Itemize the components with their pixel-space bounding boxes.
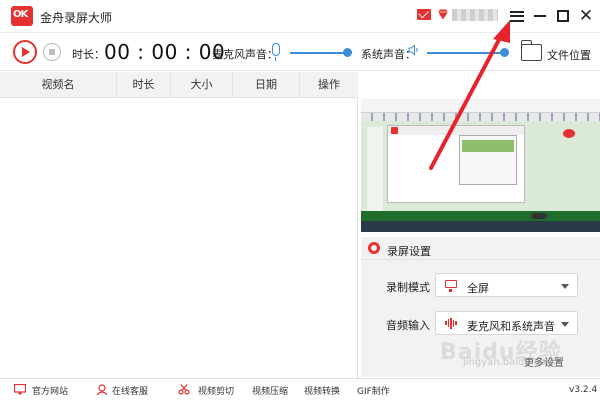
- maximize-icon: [557, 10, 569, 22]
- mic-volume-label: 麦克风声音：: [212, 48, 278, 61]
- title-bar: OK 金舟录屏大师 ✕: [0, 0, 600, 33]
- scissors-icon: [178, 384, 190, 395]
- preview-taskbar: [361, 211, 600, 221]
- record-mode-label: 录制模式: [386, 281, 430, 294]
- settings-title: 录屏设置: [387, 245, 431, 258]
- gif-maker-link[interactable]: GIF制作: [357, 384, 390, 397]
- menu-button[interactable]: [506, 0, 528, 32]
- video-compress-link[interactable]: 视频压缩: [252, 384, 288, 397]
- version-label: v3.2.4: [569, 385, 598, 395]
- video-cut-link[interactable]: 视频剪切: [198, 384, 234, 397]
- preview-window-bar: [388, 126, 524, 135]
- table-header: 视频名 时长 大小 日期 操作: [0, 72, 358, 98]
- speaker-icon[interactable]: [408, 44, 420, 56]
- chevron-down-icon: [561, 322, 569, 327]
- system-volume-handle[interactable]: [500, 48, 509, 57]
- audio-input-label: 音频输入: [386, 319, 430, 332]
- app-logo-text: OK: [13, 9, 28, 20]
- system-volume-slider[interactable]: [427, 52, 505, 54]
- file-location-button[interactable]: 文件位置: [547, 47, 591, 63]
- hamburger-menu-icon: [510, 10, 524, 22]
- official-site-link[interactable]: 官方网站: [32, 384, 68, 397]
- audio-input-value: 麦克风和系统声音: [467, 320, 555, 333]
- mic-volume-handle[interactable]: [343, 48, 352, 57]
- maximize-button[interactable]: [552, 0, 574, 32]
- app-title: 金舟录屏大师: [40, 11, 113, 25]
- app-logo: OK: [11, 6, 33, 26]
- gear-icon: [368, 242, 380, 254]
- preview-app-logo: [391, 127, 398, 134]
- settings-header: 录屏设置: [361, 237, 600, 260]
- record-toolbar: 时长： 00 : 00 : 00 麦克风声音： 系统声音： 文件位置: [0, 34, 600, 71]
- column-header-size[interactable]: 大小: [171, 72, 233, 98]
- chevron-down-icon: [561, 284, 569, 289]
- preview-nested-image: [462, 140, 514, 152]
- column-header-duration[interactable]: 时长: [117, 72, 171, 98]
- microphone-icon[interactable]: [272, 43, 280, 61]
- audio-wave-icon: [445, 317, 457, 329]
- vip-diamond-icon[interactable]: [437, 9, 449, 20]
- preview-nested-window: [459, 135, 517, 185]
- column-header-date[interactable]: 日期: [233, 72, 300, 98]
- audio-input-select[interactable]: 麦克风和系统声音: [435, 311, 578, 335]
- preview-toolbar-strip: [361, 113, 600, 121]
- close-button[interactable]: ✕: [575, 0, 597, 32]
- mic-volume-slider[interactable]: [290, 52, 348, 54]
- footer-bar: 官方网站 在线客服 视频剪切 视频压缩 视频转换 GIF制作 v3.2.4: [0, 378, 600, 400]
- mail-icon[interactable]: [417, 9, 431, 20]
- recordings-table: 视频名 时长 大小 日期 操作: [0, 72, 358, 378]
- video-convert-link[interactable]: 视频转换: [304, 384, 340, 397]
- record-settings-panel: 录屏设置 录制模式 全屏 音频输入 麦克风和系统声音 更多设置: [361, 237, 600, 377]
- username-blurred[interactable]: [452, 9, 498, 21]
- monitor-icon: [14, 384, 26, 395]
- online-support-link[interactable]: 在线客服: [112, 384, 148, 397]
- more-settings-link[interactable]: 更多设置: [524, 354, 564, 369]
- column-header-actions: 操作: [318, 78, 340, 91]
- minimize-icon: [534, 15, 546, 17]
- screen-preview: [361, 99, 600, 232]
- minimize-button[interactable]: [529, 0, 551, 32]
- record-mode-value: 全屏: [467, 282, 489, 295]
- folder-icon[interactable]: [520, 40, 542, 61]
- preview-floating-ball: [563, 129, 575, 138]
- record-mode-select[interactable]: 全屏: [435, 273, 578, 297]
- close-icon: ✕: [578, 6, 594, 26]
- preview-sidebar: [367, 127, 383, 213]
- monitor-icon: [445, 280, 457, 292]
- preview-ribbon: [361, 99, 600, 113]
- stop-record-button[interactable]: [43, 43, 61, 61]
- duration-label: 时长：: [72, 48, 105, 61]
- column-header-name[interactable]: 视频名: [0, 72, 117, 98]
- customer-service-icon: [96, 384, 108, 395]
- start-record-button[interactable]: [13, 40, 37, 64]
- duration-timer: 00 : 00 : 00: [104, 40, 226, 64]
